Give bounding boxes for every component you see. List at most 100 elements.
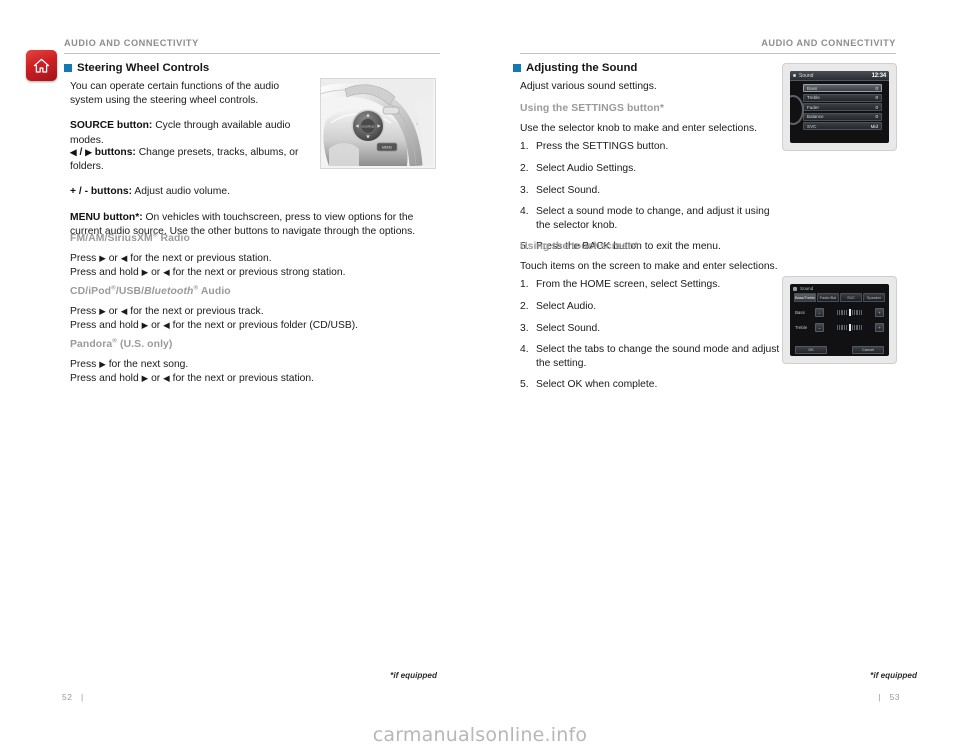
table-row[interactable]: SVC Mid — [803, 122, 882, 130]
row-value: 0 — [875, 104, 878, 110]
table-row[interactable]: Balance 0 — [803, 112, 882, 121]
block-settings-button: Using the SETTINGS button* Use the selec… — [520, 102, 782, 262]
cd-line-2: Press and hold ▶ or ◀ for the next or pr… — [70, 319, 358, 332]
row-label: Treble — [807, 95, 820, 100]
row-value: 0 — [875, 85, 878, 91]
list-item: Select OK when complete. — [520, 378, 658, 391]
press-word-2: Press — [70, 306, 97, 318]
right-intro-paragraph: Adjust various sound settings. — [520, 81, 657, 92]
or-word-2: or — [151, 267, 161, 279]
slider-bass-minus-button[interactable]: – — [815, 308, 824, 317]
slider-treble-minus-button[interactable]: – — [815, 323, 824, 332]
subhead-cd-tail: Audio — [198, 286, 231, 297]
menu-button-label: MENU button*: — [70, 211, 143, 223]
settings-lead-text: Use the selector knob to make and enter … — [520, 123, 757, 135]
touchscreen-sliders: Bass – + Treble – + — [790, 302, 889, 332]
source-button-label: SOURCE button: — [70, 120, 153, 132]
press-hold-word-2: Press and hold — [70, 320, 139, 332]
slider-treble-plus-button[interactable]: + — [875, 323, 884, 332]
section-bullet-icon — [64, 64, 72, 72]
left-page: AUDIO AND CONNECTIVITY Steering Wheel Co… — [0, 0, 480, 750]
touchscreen-action-bar: OK Cancel — [790, 346, 889, 354]
audio-settings-screen-titlebar: Sound 12:34 — [790, 71, 889, 81]
press-hold-word-1: Press and hold — [70, 267, 139, 279]
row-value: 0 — [875, 114, 878, 119]
pandora-line-1-text: for the next song. — [108, 359, 189, 371]
right-footnote: *if equipped — [870, 671, 917, 680]
cd-line-1: Press ▶ or ◀ for the next or previous tr… — [70, 305, 264, 318]
volume-buttons-label: + / - buttons: — [70, 186, 133, 198]
arrow-buttons-icons: ◀ / ▶ — [70, 146, 92, 159]
pandora-line-1: Press ▶ for the next song. — [70, 358, 189, 371]
left-header-title: AUDIO AND CONNECTIVITY — [64, 38, 199, 48]
cd-line-2-text: for the next or previous folder (CD/USB)… — [172, 320, 358, 332]
touchscreen-sound-inner: Sound Bass/Treble Fader/Bal SVC Speaker … — [790, 284, 889, 356]
touchscreen-sound-figure: Sound Bass/Treble Fader/Bal SVC Speaker … — [782, 276, 897, 364]
settings-steps-list: Press the SETTINGS button. Select Audio … — [520, 140, 782, 254]
slider-treble-track[interactable] — [827, 324, 872, 331]
or-word-3: or — [108, 306, 118, 318]
slider-bass-plus-button[interactable]: + — [875, 308, 884, 317]
list-item: Select Sound. — [520, 184, 601, 197]
sound-icon — [793, 286, 797, 291]
audio-settings-screen-clock: 12:34 — [871, 72, 887, 79]
right-page: AUDIO AND CONNECTIVITY Adjusting the Sou… — [480, 0, 960, 750]
ok-button[interactable]: OK — [795, 346, 827, 354]
left-page-header: AUDIO AND CONNECTIVITY — [64, 38, 440, 56]
row-label: Bass — [807, 85, 818, 91]
left-page-number: 52 | — [62, 692, 84, 702]
right-header-rule — [520, 53, 896, 54]
site-watermark: carmanualsonline.info — [372, 724, 588, 746]
pandora-line-2-text: for the next or previous station. — [172, 373, 314, 385]
cd-line-1-text: for the next or previous track. — [130, 306, 264, 318]
list-item: Select Sound. — [520, 322, 601, 335]
fm-line-2-text: for the next or previous strong station. — [172, 267, 346, 279]
table-row[interactable]: Treble 0 — [803, 93, 882, 102]
tab-svc[interactable]: SVC — [840, 293, 862, 302]
home-icon[interactable] — [26, 50, 57, 81]
volume-buttons-paragraph: + / - buttons: Adjust audio volume. — [70, 185, 420, 199]
fm-line-1: Press ▶ or ◀ for the next or previous st… — [70, 252, 272, 265]
right-header-title: AUDIO AND CONNECTIVITY — [761, 38, 896, 48]
subhead-cd-mid: /USB/ — [115, 286, 145, 297]
slider-bass-track[interactable] — [827, 309, 872, 316]
fm-line-1-text: for the next or previous station. — [130, 253, 272, 265]
subsection-fm-am-sirius: FM/AM/SiriusXM® Radio Press ▶ or ◀ for t… — [70, 232, 430, 281]
row-label: Balance — [807, 114, 824, 119]
pandora-lines: Press ▶ for the next song. Press and hol… — [70, 358, 430, 386]
tab-bass-treble[interactable]: Bass/Treble — [794, 293, 816, 302]
subhead-using-touchscreen: Using the touchscreen* — [520, 241, 639, 252]
audio-settings-screen-title: Sound — [799, 72, 814, 79]
subhead-using-settings-button: Using the SETTINGS button* — [520, 103, 665, 114]
subhead-pandora: Pandora® (U.S. only) — [70, 338, 430, 352]
press-hold-word-3: Press and hold — [70, 373, 139, 385]
right-section-title-text: Adjusting the Sound — [526, 62, 638, 74]
arrow-buttons-paragraph: ◀ / ▶ buttons: Change presets, tracks, a… — [70, 146, 310, 174]
subhead-fm-tail: Radio — [157, 233, 190, 244]
touchscreen-steps-list: From the HOME screen, select Settings. S… — [520, 278, 782, 392]
fm-line-2: Press and hold ▶ or ◀ for the next or pr… — [70, 266, 346, 279]
slider-treble: Treble – + — [795, 323, 884, 332]
cd-lines: Press ▶ or ◀ for the next or previous tr… — [70, 305, 430, 333]
left-intro-paragraph: You can operate certain functions of the… — [70, 81, 280, 107]
list-item: Select the tabs to change the sound mode… — [520, 343, 780, 369]
right-page-number-value: 53 — [889, 692, 900, 702]
audio-settings-rows: Bass 0 Treble 0 Fader 0 Balance 0 SVC Mi… — [790, 81, 889, 130]
table-row[interactable]: Bass 0 — [803, 84, 882, 92]
tab-speaker[interactable]: Speaker — [863, 293, 885, 302]
list-item: Select Audio. — [520, 300, 597, 313]
subhead-cd-text: CD/iPod — [70, 286, 112, 297]
right-section-title: Adjusting the Sound — [513, 62, 637, 74]
row-label: SVC — [807, 123, 817, 129]
table-row[interactable]: Fader 0 — [803, 103, 882, 111]
list-item: Select a sound mode to change, and adjus… — [520, 205, 770, 231]
touchscreen-lead-text: Touch items on the screen to make and en… — [520, 261, 778, 273]
subhead-cd-ipod: CD/iPod®/USB/Bluetooth® Audio — [70, 285, 430, 299]
arrow-buttons-label: buttons: — [94, 147, 136, 158]
svg-text:SOURCE: SOURCE — [361, 125, 374, 129]
slider-bass: Bass – + — [795, 308, 884, 317]
press-word-1: Press — [70, 253, 97, 265]
tab-fader-balance[interactable]: Fader/Bal — [817, 293, 839, 302]
left-page-number-value: 52 — [62, 692, 73, 702]
cancel-button[interactable]: Cancel — [852, 346, 884, 354]
